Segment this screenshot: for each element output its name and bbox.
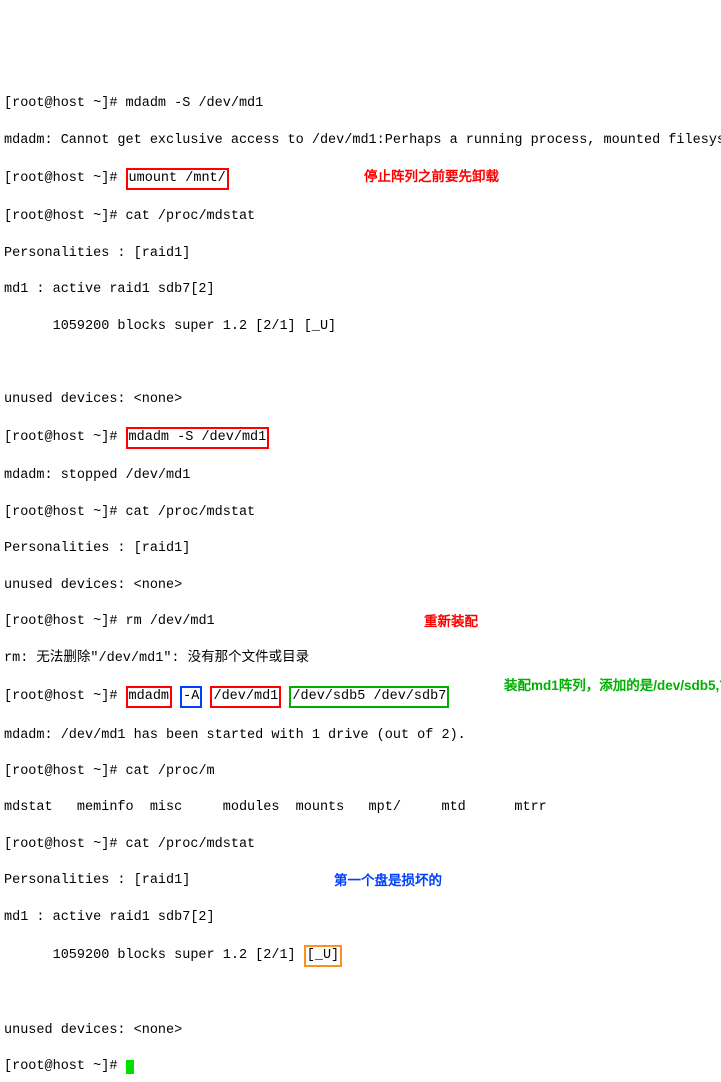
line-stopped: mdadm: stopped /dev/md1 (4, 467, 717, 485)
line-rm-err: rm: 无法删除"/dev/md1": 没有那个文件或目录 (4, 650, 717, 668)
line-unused3: unused devices: <none> (4, 1022, 717, 1040)
assemble-disks-box: /dev/sdb5 /dev/sdb7 (289, 686, 449, 708)
annotation-assemble-note: 装配md1阵列，添加的是/dev/sdb5,7 (504, 677, 721, 695)
line-err-access: mdadm: Cannot get exclusive access to /d… (4, 132, 717, 150)
line-umount: [root@host ~]# umount /mnt/停止阵列之前要先卸载 (4, 168, 717, 190)
prompt: [root@host ~]# (4, 209, 126, 224)
line-personalities2: Personalities : [raid1] (4, 540, 717, 558)
line-unused1: unused devices: <none> (4, 391, 717, 409)
line-personalities3: Personalities : [raid1] 第一个盘是损坏的 (4, 872, 717, 890)
annotation-reassemble: 重新装配 (424, 613, 478, 631)
prompt: [root@host ~]# (4, 1059, 126, 1074)
line-prompt-cursor[interactable]: [root@host ~]# (4, 1058, 717, 1076)
line-assemble: [root@host ~]# mdadm -A /dev/md1 /dev/sd… (4, 686, 717, 708)
prompt: [root@host ~]# (4, 430, 126, 445)
line-blank2 (4, 986, 717, 1004)
prompt: [root@host ~]# (4, 689, 126, 704)
line-md1-blocks2: 1059200 blocks super 1.2 [2/1] [_U] (4, 945, 717, 967)
line-cat-proc-m: [root@host ~]# cat /proc/m (4, 763, 717, 781)
line-stop2: [root@host ~]# mdadm -S /dev/md1 (4, 427, 717, 449)
blocks-tail: [_U] (304, 319, 336, 334)
assemble-flag-box: -A (180, 686, 202, 708)
line-cat1: [root@host ~]# cat /proc/mdstat (4, 208, 717, 226)
blocks-tail: [_U] (307, 948, 339, 963)
flag-text: -A (183, 689, 199, 704)
line-cat3: [root@host ~]# cat /proc/mdstat (4, 836, 717, 854)
assemble-dev-box: /dev/md1 (210, 686, 281, 708)
line-md1-active2: md1 : active raid1 sdb7[2] (4, 909, 717, 927)
prompt: [root@host ~]# (4, 171, 126, 186)
line-md1-blocks1: 1059200 blocks super 1.2 [2/1] [_U] (4, 318, 717, 336)
blocks-text: 1059200 blocks super 1.2 [2/1] (4, 319, 304, 334)
line-personalities1: Personalities : [raid1] (4, 245, 717, 263)
annotation-first-broken: 第一个盘是损坏的 (334, 872, 442, 890)
cmd-text: cat /proc/m (126, 764, 215, 779)
terminal-output: [root@host ~]# mdadm -S /dev/md1 mdadm: … (4, 77, 717, 1082)
cmd-stop-highlight: mdadm -S /dev/md1 (126, 427, 270, 449)
personalities-text: Personalities : [raid1] (4, 873, 190, 888)
line-rm: [root@host ~]# rm /dev/md1 重新装配 (4, 613, 717, 631)
dev-text: /dev/md1 (213, 689, 278, 704)
prompt: [root@host ~]# (4, 505, 126, 520)
cmd-text: mdadm -S /dev/md1 (126, 96, 264, 111)
prompt: [root@host ~]# (4, 837, 126, 852)
cmd-text: rm /dev/md1 (126, 614, 215, 629)
cmd-text: mdadm -S /dev/md1 (129, 430, 267, 445)
cmd-text: cat /proc/mdstat (126, 837, 256, 852)
prompt: [root@host ~]# (4, 764, 126, 779)
cmd-text: cat /proc/mdstat (126, 505, 256, 520)
assemble-cmd-box: mdadm (126, 686, 173, 708)
line-unused2: unused devices: <none> (4, 577, 717, 595)
line-stop1: [root@host ~]# mdadm -S /dev/md1 (4, 95, 717, 113)
annotation-stop-umount: 停止阵列之前要先卸载 (364, 168, 499, 186)
disks-text: /dev/sdb5 /dev/sdb7 (292, 689, 446, 704)
cmd-umount-highlight: umount /mnt/ (126, 168, 229, 190)
line-md1-active1: md1 : active raid1 sdb7[2] (4, 281, 717, 299)
cmd-text: mdadm (129, 689, 170, 704)
prompt: [root@host ~]# (4, 96, 126, 111)
line-tab-list: mdstat meminfo misc modules mounts mpt/ … (4, 799, 717, 817)
status-u-box: [_U] (304, 945, 342, 967)
line-cat2: [root@host ~]# cat /proc/mdstat (4, 504, 717, 522)
blocks-text: 1059200 blocks super 1.2 [2/1] (4, 948, 304, 963)
cursor-icon (126, 1060, 134, 1074)
prompt: [root@host ~]# (4, 614, 126, 629)
line-blank1 (4, 354, 717, 372)
cmd-text: umount /mnt/ (129, 171, 226, 186)
line-assemble-msg: mdadm: /dev/md1 has been started with 1 … (4, 727, 717, 745)
cmd-text: cat /proc/mdstat (126, 209, 256, 224)
